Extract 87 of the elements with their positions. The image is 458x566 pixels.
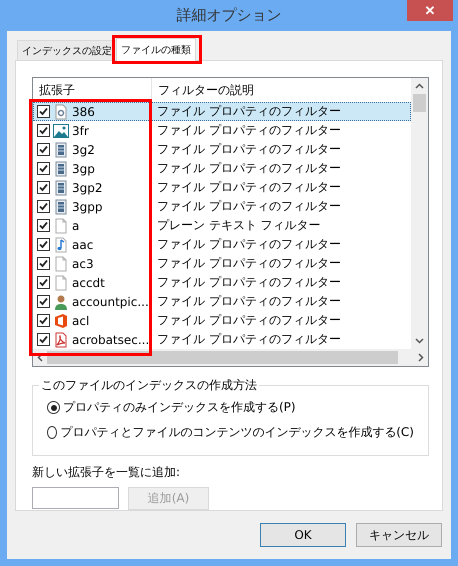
column-header[interactable]: フィルターの説明: [152, 78, 411, 102]
scroll-thumb[interactable]: [413, 94, 426, 112]
checkbox[interactable]: [37, 257, 50, 270]
scroll-down-icon[interactable]: [415, 338, 424, 344]
add-extension-label: 新しい拡張子を一覧に追加:: [32, 464, 182, 481]
office-icon: [53, 312, 69, 328]
pdf-file-icon: [53, 332, 69, 348]
scroll-left-icon[interactable]: [37, 353, 43, 362]
checkbox[interactable]: [37, 333, 50, 346]
scroll-right-icon[interactable]: [418, 353, 424, 362]
checkbox[interactable]: [37, 295, 50, 308]
extension-text: 3gp: [72, 162, 95, 176]
extension-text: acl: [72, 314, 90, 328]
film-file-icon: [53, 142, 69, 158]
list-row[interactable]: a プレーン テキスト フィルター: [33, 216, 411, 235]
checkbox[interactable]: [37, 162, 50, 175]
checkbox[interactable]: [37, 200, 50, 213]
extension-text: accountpic...: [72, 294, 149, 308]
checkbox[interactable]: [37, 314, 50, 327]
list-row[interactable]: 3g2 ファイル プロパティのフィルター: [33, 140, 411, 159]
checkbox[interactable]: [37, 276, 50, 289]
scroll-up-icon[interactable]: [415, 83, 424, 89]
list-row[interactable]: 3gp2 ファイル プロパティのフィルター: [33, 178, 411, 197]
filter-description: ファイル プロパティのフィルター: [156, 236, 342, 253]
extension-text: aac: [72, 238, 94, 252]
vertical-scrollbar[interactable]: [411, 78, 428, 349]
image-icon: [53, 122, 69, 138]
filter-description: ファイル プロパティのフィルター: [156, 198, 342, 215]
filter-description: ファイル プロパティのフィルター: [156, 255, 342, 272]
tab[interactable]: ファイルの種類: [116, 38, 196, 61]
filter-description: ファイル プロパティのフィルター: [156, 160, 342, 177]
close-button[interactable]: ✕: [407, 0, 453, 21]
filter-description: ファイル プロパティのフィルター: [156, 293, 342, 310]
scroll-thumb[interactable]: [47, 351, 398, 364]
list-row[interactable]: accdt ファイル プロパティのフィルター: [33, 273, 411, 292]
extension-text: accdt: [72, 276, 105, 290]
list-row[interactable]: aac ファイル プロパティのフィルター: [33, 235, 411, 254]
dialog-button[interactable]: OK: [260, 523, 346, 547]
radio-button[interactable]: [47, 426, 58, 439]
checkbox[interactable]: [37, 124, 50, 137]
checkbox[interactable]: [37, 105, 50, 118]
blank-file-icon: [53, 256, 69, 272]
extension-text: ac3: [72, 256, 94, 270]
list-row[interactable]: 3gp ファイル プロパティのフィルター: [33, 159, 411, 178]
filter-description: ファイル プロパティのフィルター: [156, 141, 342, 158]
list-row[interactable]: 386 ファイル プロパティのフィルター: [33, 102, 411, 121]
extension-text: acrobatsec...: [72, 332, 150, 346]
checkbox[interactable]: [37, 238, 50, 251]
filter-description: ファイル プロパティのフィルター: [156, 179, 342, 196]
filter-description: ファイル プロパティのフィルター: [156, 122, 342, 139]
music-file-icon: [53, 236, 69, 252]
blank-file-icon: [53, 218, 69, 234]
list-row[interactable]: accountpic... ファイル プロパティのフィルター: [33, 292, 411, 311]
filter-description: プレーン テキスト フィルター: [156, 217, 322, 234]
filter-description: ファイル プロパティのフィルター: [156, 274, 342, 291]
user-icon: [53, 294, 69, 310]
list-row[interactable]: acrobatsec... ファイル プロパティのフィルター: [33, 330, 411, 349]
blank-file-icon: [53, 274, 69, 290]
filter-description: ファイル プロパティのフィルター: [156, 331, 342, 348]
checkbox[interactable]: [37, 143, 50, 156]
radio-button[interactable]: [47, 401, 60, 414]
film-file-icon: [53, 160, 69, 176]
checkbox[interactable]: [37, 219, 50, 232]
extension-text: a: [72, 218, 80, 232]
file-gear-icon: [53, 104, 69, 120]
filter-description: ファイル プロパティのフィルター: [156, 312, 342, 329]
extension-text: 386: [72, 104, 95, 118]
extension-text: 3fr: [72, 124, 89, 138]
list-row[interactable]: 3fr ファイル プロパティのフィルター: [33, 121, 411, 140]
dialog-button[interactable]: キャンセル: [356, 523, 442, 547]
extension-text: 3gpp: [72, 200, 102, 214]
film-file-icon: [53, 198, 69, 214]
filter-description: ファイル プロパティのフィルター: [156, 103, 342, 120]
list-row[interactable]: 3gpp ファイル プロパティのフィルター: [33, 197, 411, 216]
extension-text: 3gp2: [72, 180, 103, 194]
extension-text: 3g2: [72, 142, 95, 156]
checkbox[interactable]: [37, 181, 50, 194]
window-title: 詳細オプション: [176, 6, 282, 25]
group-title: このファイルのインデックスの作成方法: [39, 377, 259, 394]
tab[interactable]: インデックスの設定: [17, 40, 117, 60]
radio-option[interactable]: プロパティとファイルのコンテンツのインデックスを作成する(C): [47, 423, 414, 442]
list-row[interactable]: ac3 ファイル プロパティのフィルター: [33, 254, 411, 273]
extension-input[interactable]: [32, 487, 119, 509]
film-file-icon: [53, 180, 69, 196]
horizontal-scrollbar[interactable]: [33, 349, 428, 366]
radio-option[interactable]: プロパティのみインデックスを作成する(P): [47, 398, 414, 417]
list-row[interactable]: acl ファイル プロパティのフィルター: [33, 311, 411, 330]
